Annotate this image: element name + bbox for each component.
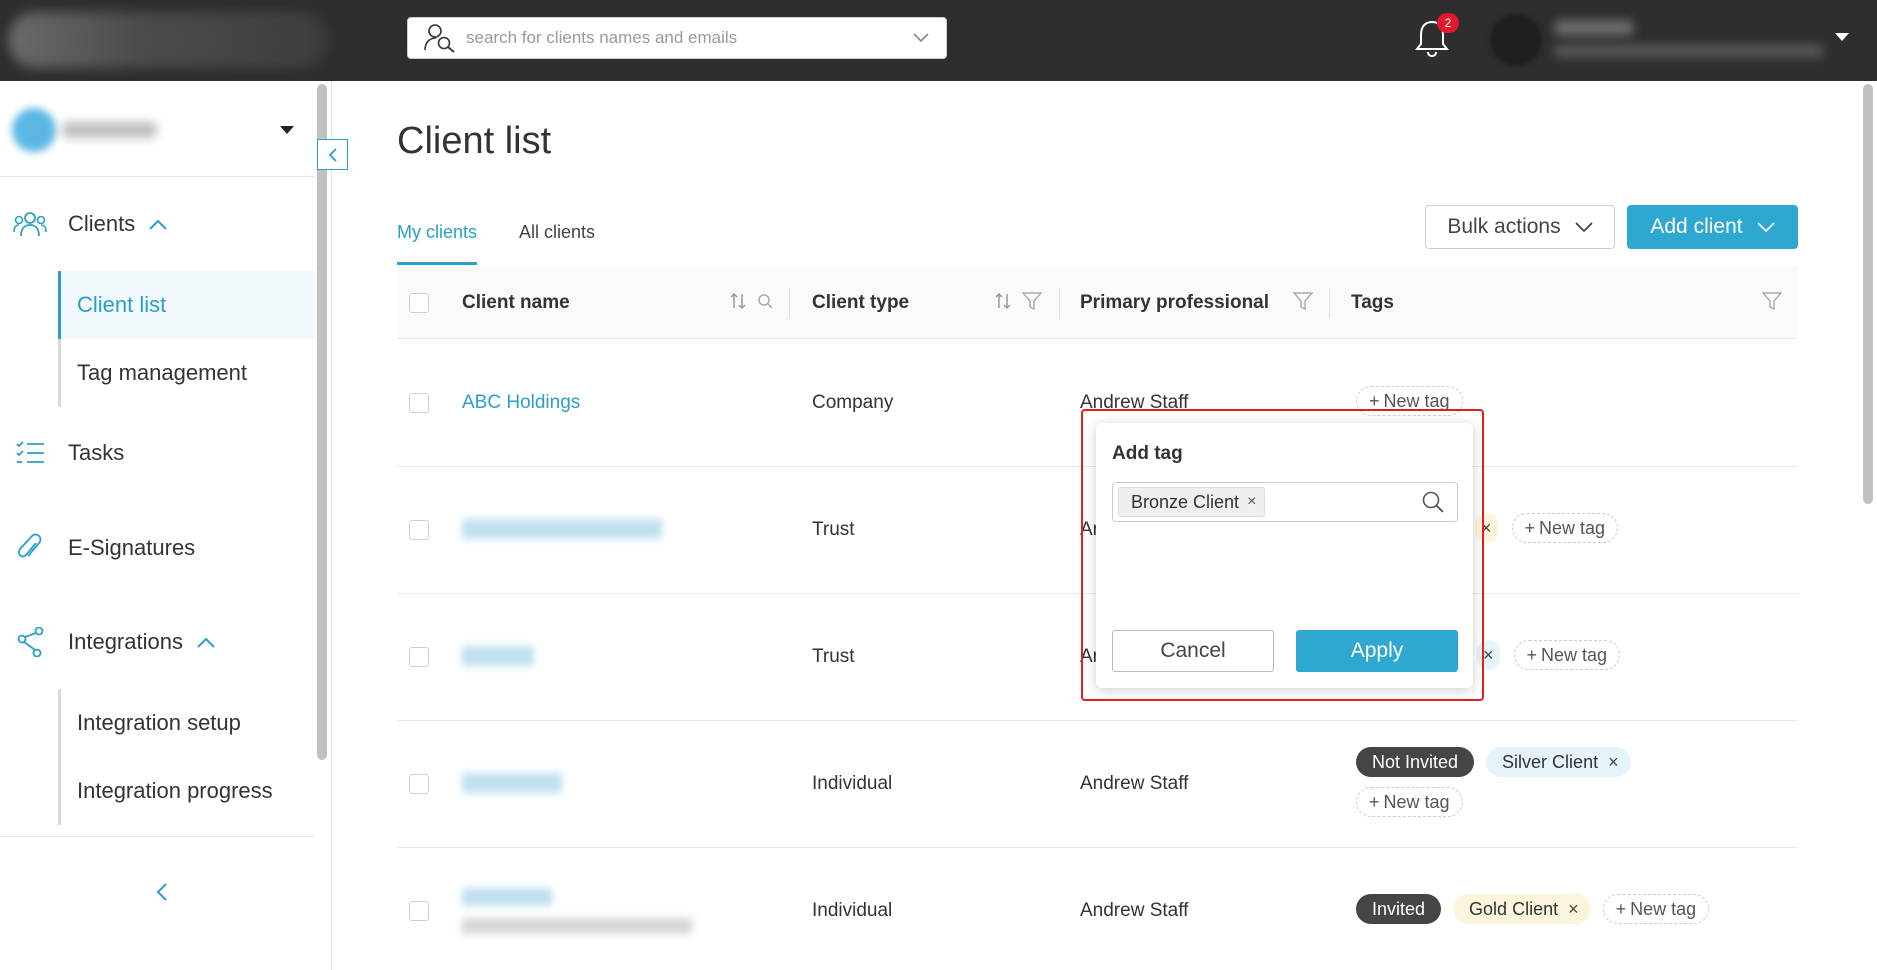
sidebar-item-label: Clients [68,211,136,236]
user-search-icon [420,18,460,58]
client-email [462,918,692,934]
sidebar-item-integration-setup[interactable]: Integration setup [61,689,315,757]
close-icon[interactable]: × [1608,752,1619,773]
chevron-up-icon [197,637,215,648]
row-checkbox[interactable] [409,520,429,540]
sidebar-item-tasks[interactable]: Tasks [0,435,124,471]
notification-badge: 2 [1437,13,1459,33]
filter-icon [1762,292,1782,310]
filter-icon [1022,292,1042,310]
org-switcher[interactable] [12,104,312,154]
table-row[interactable]: Individual Andrew Staff Invited Gold Cli… [397,848,1798,970]
plus-icon: + [1369,791,1380,812]
tag-chip: Silver Client × [1486,747,1631,777]
column-tags[interactable]: Tags [1351,266,1394,339]
new-tag-button[interactable]: + New tag [1513,640,1621,670]
tab-all-clients[interactable]: All clients [519,222,595,265]
new-tag-button[interactable]: + New tag [1511,513,1619,543]
search-placeholder[interactable]: search for clients names and emails [466,28,906,48]
integrations-submenu: Integration setup Integration progress [58,689,315,825]
client-type: Trust [812,646,855,667]
row-checkbox[interactable] [409,647,429,667]
column-client-type[interactable]: Client type [812,266,909,339]
page-scrollbar[interactable] [1863,84,1873,504]
table-header: Client name Client type Primary professi… [397,266,1798,339]
filter-icon [1293,292,1313,310]
client-type: Trust [812,519,855,540]
sidebar-item-tag-management[interactable]: Tag management [61,339,315,407]
select-all-checkbox[interactable] [409,292,429,313]
sidebar-item-label: Integrations [68,629,183,654]
add-client-button[interactable]: Add client [1627,205,1798,249]
client-type: Individual [812,900,893,921]
sidebar-item-client-list[interactable]: Client list [58,271,315,339]
share-nodes-icon [12,626,48,658]
users-icon [12,208,48,240]
chevron-down-icon[interactable] [906,33,936,43]
client-name-link[interactable] [462,519,662,539]
sidebar-item-clients[interactable]: Clients [0,206,167,242]
user-menu[interactable] [1490,14,1830,66]
sidebar-item-label: Tasks [68,440,125,465]
client-type: Individual [812,773,893,794]
chevron-down-icon [1756,221,1775,232]
paperclip-icon [12,532,48,564]
chevron-up-icon [149,219,167,230]
caret-down-icon[interactable] [280,126,294,134]
top-bar: search for clients names and emails 2 [0,0,1877,81]
row-checkbox[interactable] [409,901,429,921]
client-search[interactable]: search for clients names and emails [407,17,947,59]
close-icon[interactable]: × [1568,899,1579,920]
column-primary-professional[interactable]: Primary professional [1080,266,1269,339]
plus-icon: + [1615,898,1627,919]
sidebar-item-integrations[interactable]: Integrations [0,624,215,660]
org-logo [12,108,56,152]
row-checkbox[interactable] [409,774,429,794]
column-client-name[interactable]: Client name [462,266,570,339]
tag-chip: Gold Client × [1453,894,1591,924]
tasks-icon [12,437,48,469]
sort-icon [995,292,1011,310]
sidebar-scrollbar[interactable] [317,84,327,760]
new-tag-button[interactable]: + New tag [1356,787,1463,817]
app-logo[interactable] [8,12,328,68]
chevron-down-icon [1574,221,1593,232]
tab-my-clients[interactable]: My clients [397,222,478,265]
avatar [1490,14,1542,66]
plus-icon: + [1526,644,1538,665]
client-type: Company [812,392,894,413]
row-checkbox[interactable] [409,393,429,413]
clients-submenu: Client list Tag management [58,271,315,407]
primary-professional: Andrew Staff [1080,900,1189,921]
page-title: Client list [397,120,552,162]
sidebar-item-label: E-Signatures [68,535,196,560]
client-name-link[interactable] [462,646,534,666]
client-tabs: My clients All clients [397,222,637,265]
highlight-outline [1081,409,1484,701]
search-icon [758,294,773,309]
close-icon[interactable]: × [1483,645,1494,666]
sort-icon [730,292,746,310]
chevron-left-icon[interactable] [152,880,172,904]
bulk-actions-button[interactable]: Bulk actions [1425,205,1615,249]
sidebar-item-integration-progress[interactable]: Integration progress [61,757,315,825]
new-tag-button[interactable]: + New tag [1602,894,1710,924]
invite-status-badge: Not Invited [1356,747,1475,777]
client-name-link[interactable] [462,888,552,906]
sidebar-item-esignatures[interactable]: E-Signatures [0,530,195,566]
client-name-link[interactable]: ABC Holdings [462,392,580,414]
table-row[interactable]: Individual Andrew Staff Not Invited Silv… [397,721,1798,848]
invite-status-badge: Invited [1356,894,1442,924]
client-name-link[interactable] [462,773,562,793]
primary-professional: Andrew Staff [1080,773,1189,794]
collapse-sidebar-button[interactable] [317,139,348,170]
caret-down-icon[interactable] [1835,33,1849,41]
plus-icon: + [1524,517,1536,538]
